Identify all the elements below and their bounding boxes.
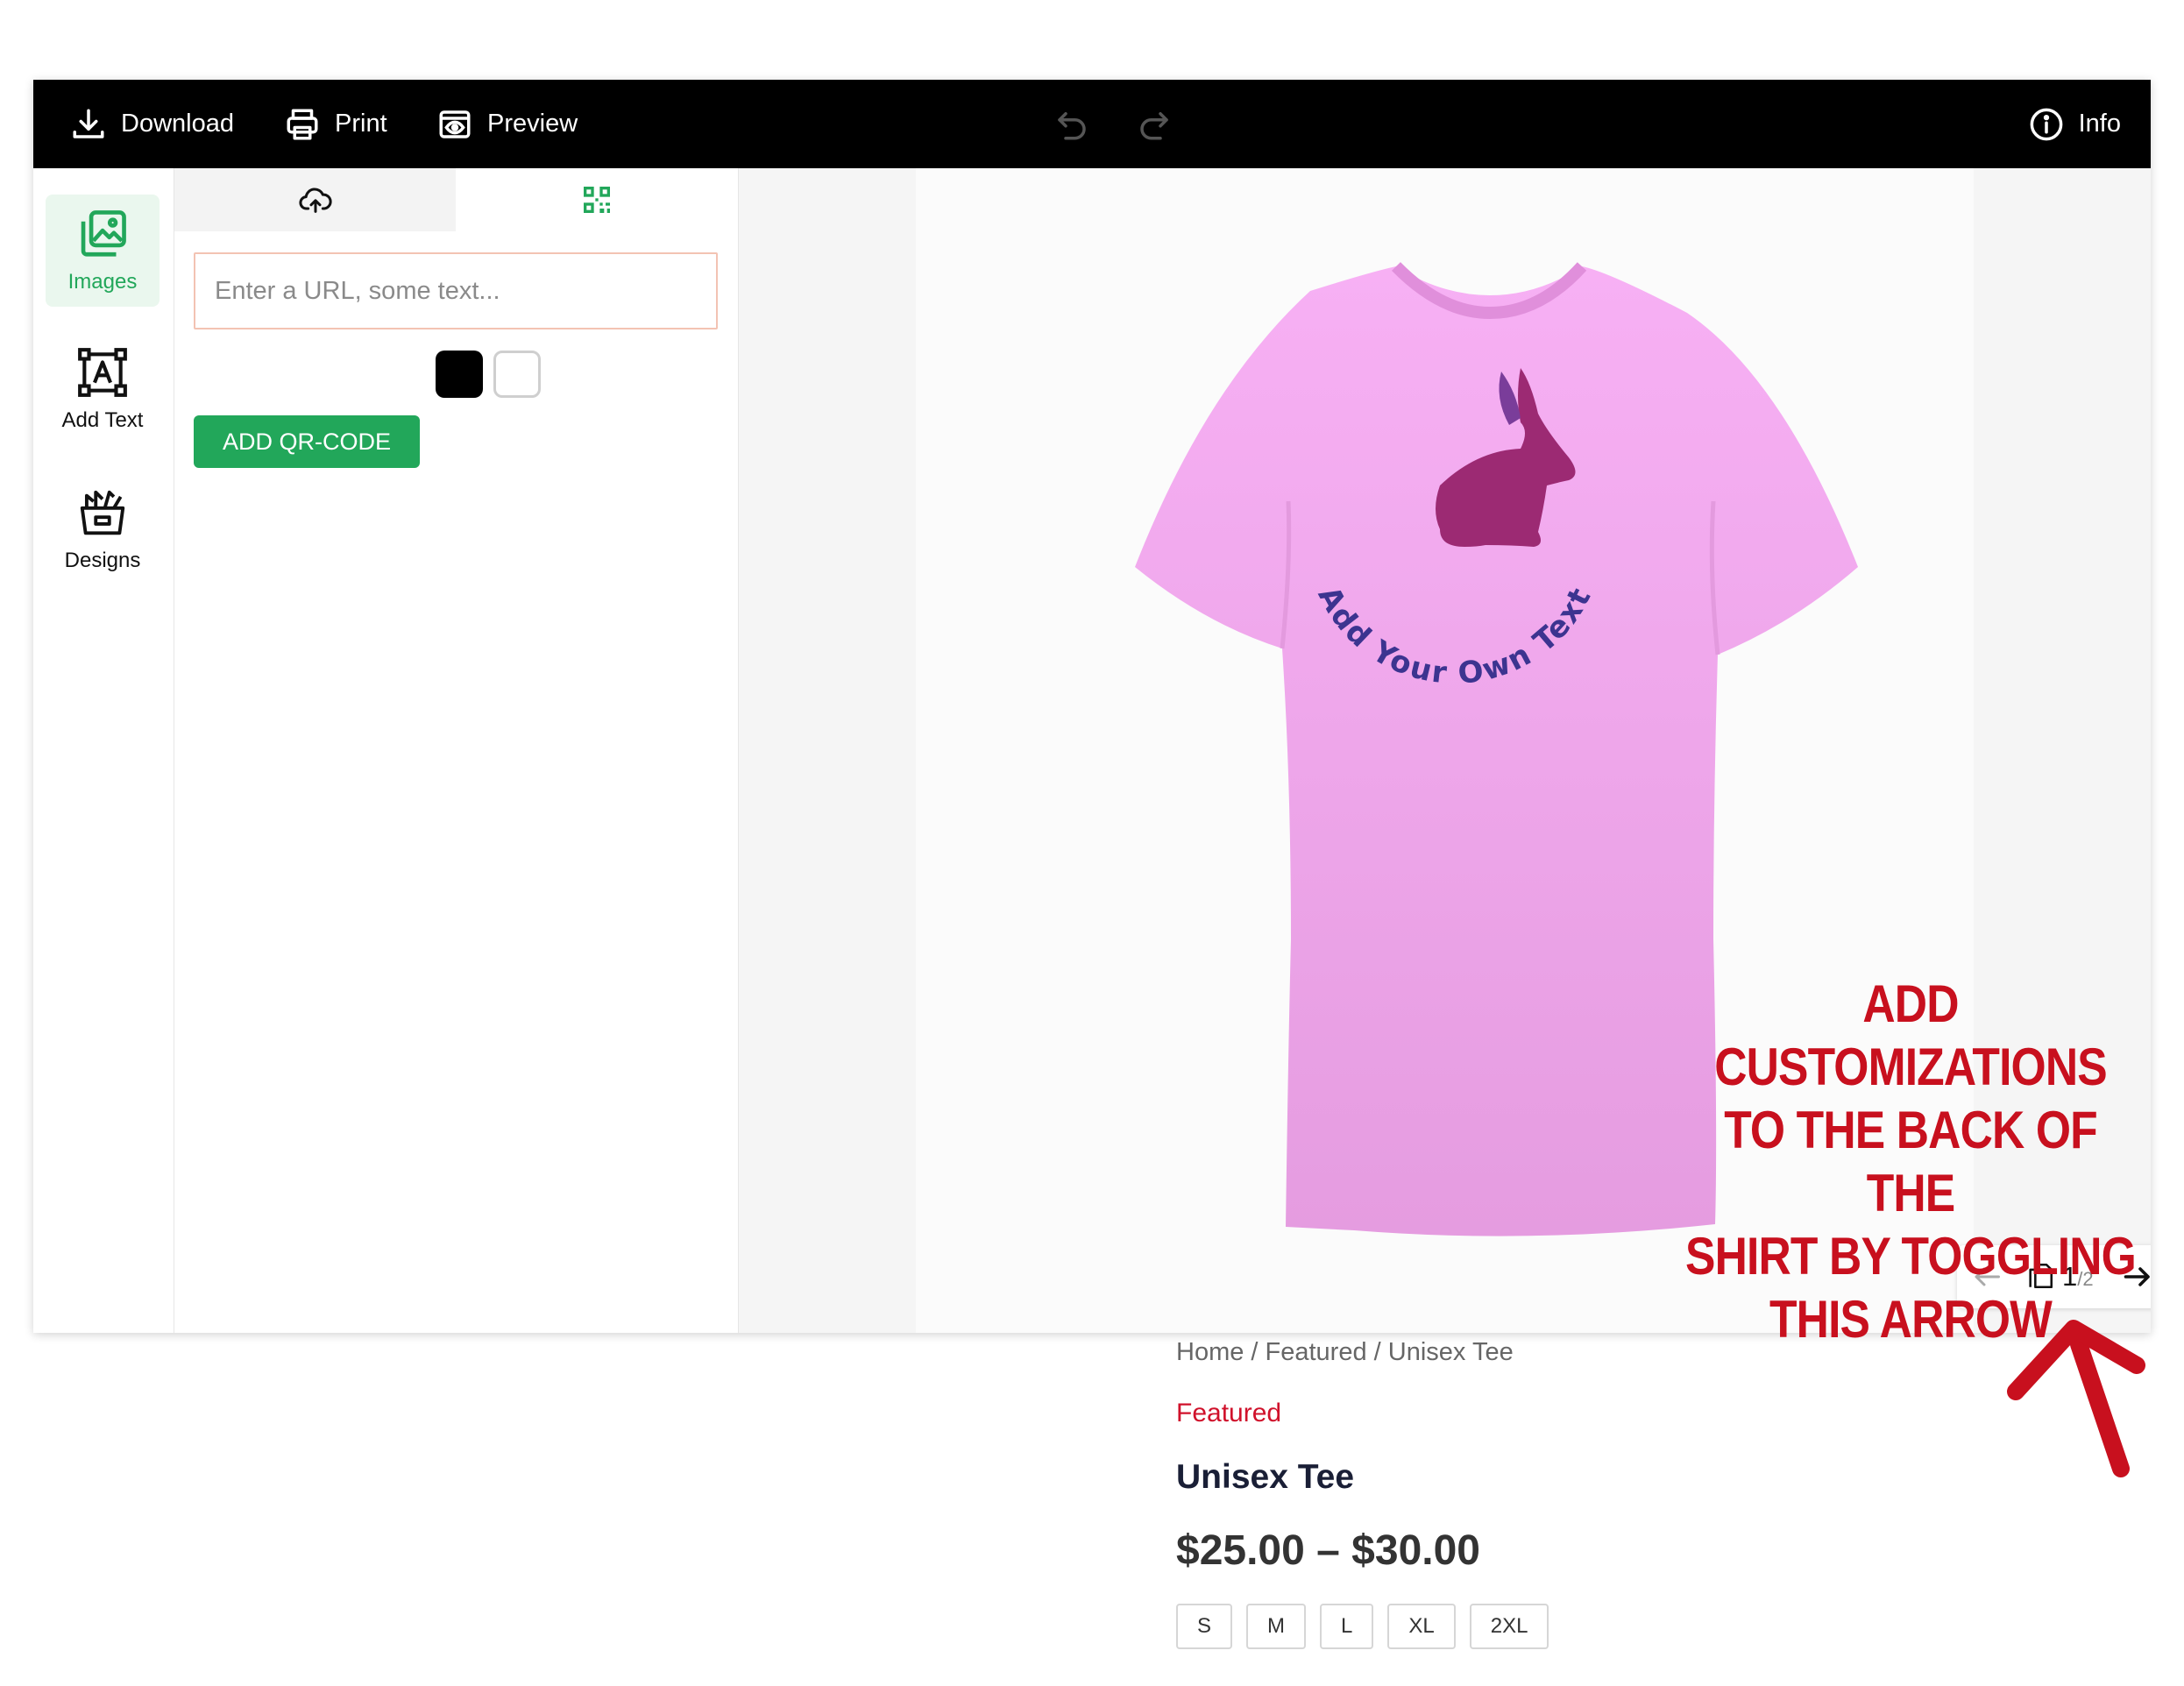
annotation-line: TO THE BACK OF THE: [1724, 1101, 2097, 1222]
nav-add-text-label: Add Text: [61, 408, 144, 432]
preview-button[interactable]: Preview: [436, 80, 578, 168]
instruction-annotation: ADD CUSTOMIZATIONS TO THE BACK OF THE SH…: [1684, 973, 2137, 1351]
print-button[interactable]: Print: [284, 80, 387, 168]
undo-icon[interactable]: [1053, 106, 1090, 143]
product-title: Unisex Tee: [1176, 1458, 1355, 1496]
tab-upload[interactable]: [174, 168, 456, 231]
breadcrumb: Home / Featured / Unisex Tee: [1176, 1338, 1514, 1366]
cloud-upload-icon: [298, 188, 332, 213]
annotation-line: SHIRT BY TOGGLING: [1685, 1227, 2137, 1286]
product-price: $25.00 – $30.00: [1176, 1527, 1480, 1574]
print-label: Print: [335, 110, 387, 138]
download-button[interactable]: Download: [70, 80, 234, 168]
panel-tabs: [174, 168, 738, 231]
size-option-xl[interactable]: XL: [1387, 1604, 1456, 1649]
nav-add-text[interactable]: Add Text: [46, 333, 160, 445]
product-category-link[interactable]: Featured: [1176, 1399, 1281, 1428]
size-option-s[interactable]: S: [1176, 1604, 1233, 1649]
red-pointer-arrow-icon: [2007, 1320, 2145, 1477]
size-option-l[interactable]: L: [1320, 1604, 1374, 1649]
qr-content-input[interactable]: [194, 252, 718, 329]
qr-color-white-swatch[interactable]: [493, 351, 541, 398]
nav-designs[interactable]: Designs: [46, 473, 160, 585]
info-icon: [2030, 108, 2062, 140]
redo-icon[interactable]: [1136, 106, 1173, 143]
nav-images-label: Images: [67, 270, 138, 294]
module-sidebar: Images Add Text Designs: [33, 168, 174, 1333]
tab-qr-code[interactable]: [456, 168, 737, 231]
preview-label: Preview: [487, 110, 578, 138]
add-qr-code-button[interactable]: ADD QR-CODE: [194, 415, 420, 468]
size-options: S M L XL 2XL: [1176, 1604, 1549, 1649]
download-icon: [73, 109, 104, 138]
qr-color-black-swatch[interactable]: [436, 351, 483, 398]
printer-icon: [287, 109, 318, 139]
add-text-icon: [78, 348, 127, 397]
top-toolbar: Download Print Preview Info: [33, 80, 2151, 168]
preview-eye-icon: [439, 110, 471, 138]
download-label: Download: [121, 110, 234, 138]
info-button[interactable]: Info: [2028, 80, 2121, 168]
images-panel: ADD QR-CODE: [174, 168, 739, 1333]
nav-images[interactable]: Images: [46, 195, 160, 307]
info-label: Info: [2078, 110, 2121, 138]
size-option-2xl[interactable]: 2XL: [1469, 1604, 1549, 1649]
nav-designs-label: Designs: [64, 549, 141, 572]
images-icon: [81, 210, 126, 257]
qr-code-icon: [583, 187, 610, 213]
size-option-m[interactable]: M: [1246, 1604, 1307, 1649]
designs-icon: [80, 490, 125, 535]
annotation-line: ADD CUSTOMIZATIONS: [1714, 974, 2107, 1096]
